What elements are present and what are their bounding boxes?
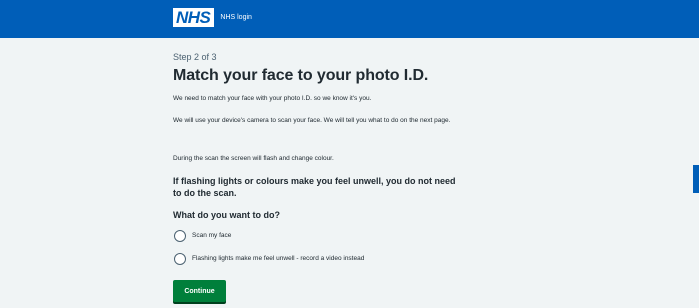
service-name: NHS login	[220, 14, 252, 21]
nhs-logo[interactable]: NHS	[173, 8, 215, 27]
intro-paragraph: We need to match your face with your pho…	[173, 95, 372, 102]
flash-paragraph: During the scan the screen will flash an…	[173, 155, 334, 162]
radio-record-video[interactable]	[174, 253, 186, 265]
radio-scan-face[interactable]	[174, 230, 186, 242]
warning-text: If flashing lights or colours make you f…	[173, 176, 456, 198]
option-record-video[interactable]: Flashing lights make me feel unwell - re…	[174, 253, 364, 265]
camera-paragraph: We will use your device's camera to scan…	[173, 117, 451, 124]
main-content: Step 2 of 3 Match your face to your phot…	[173, 52, 473, 302]
feedback-tab[interactable]	[693, 165, 699, 193]
option-scan-face-label[interactable]: Scan my face	[192, 230, 231, 242]
site-header: NHS NHS login	[0, 0, 699, 38]
step-indicator: Step 2 of 3	[173, 52, 217, 62]
option-record-video-label[interactable]: Flashing lights make me feel unwell - re…	[192, 253, 364, 265]
page-title: Match your face to your photo I.D.	[173, 67, 429, 84]
continue-button[interactable]: Continue	[173, 280, 226, 302]
question-legend: What do you want to do?	[173, 210, 280, 220]
header-brand[interactable]: NHS NHS login	[173, 8, 252, 27]
option-scan-face[interactable]: Scan my face	[174, 230, 231, 242]
